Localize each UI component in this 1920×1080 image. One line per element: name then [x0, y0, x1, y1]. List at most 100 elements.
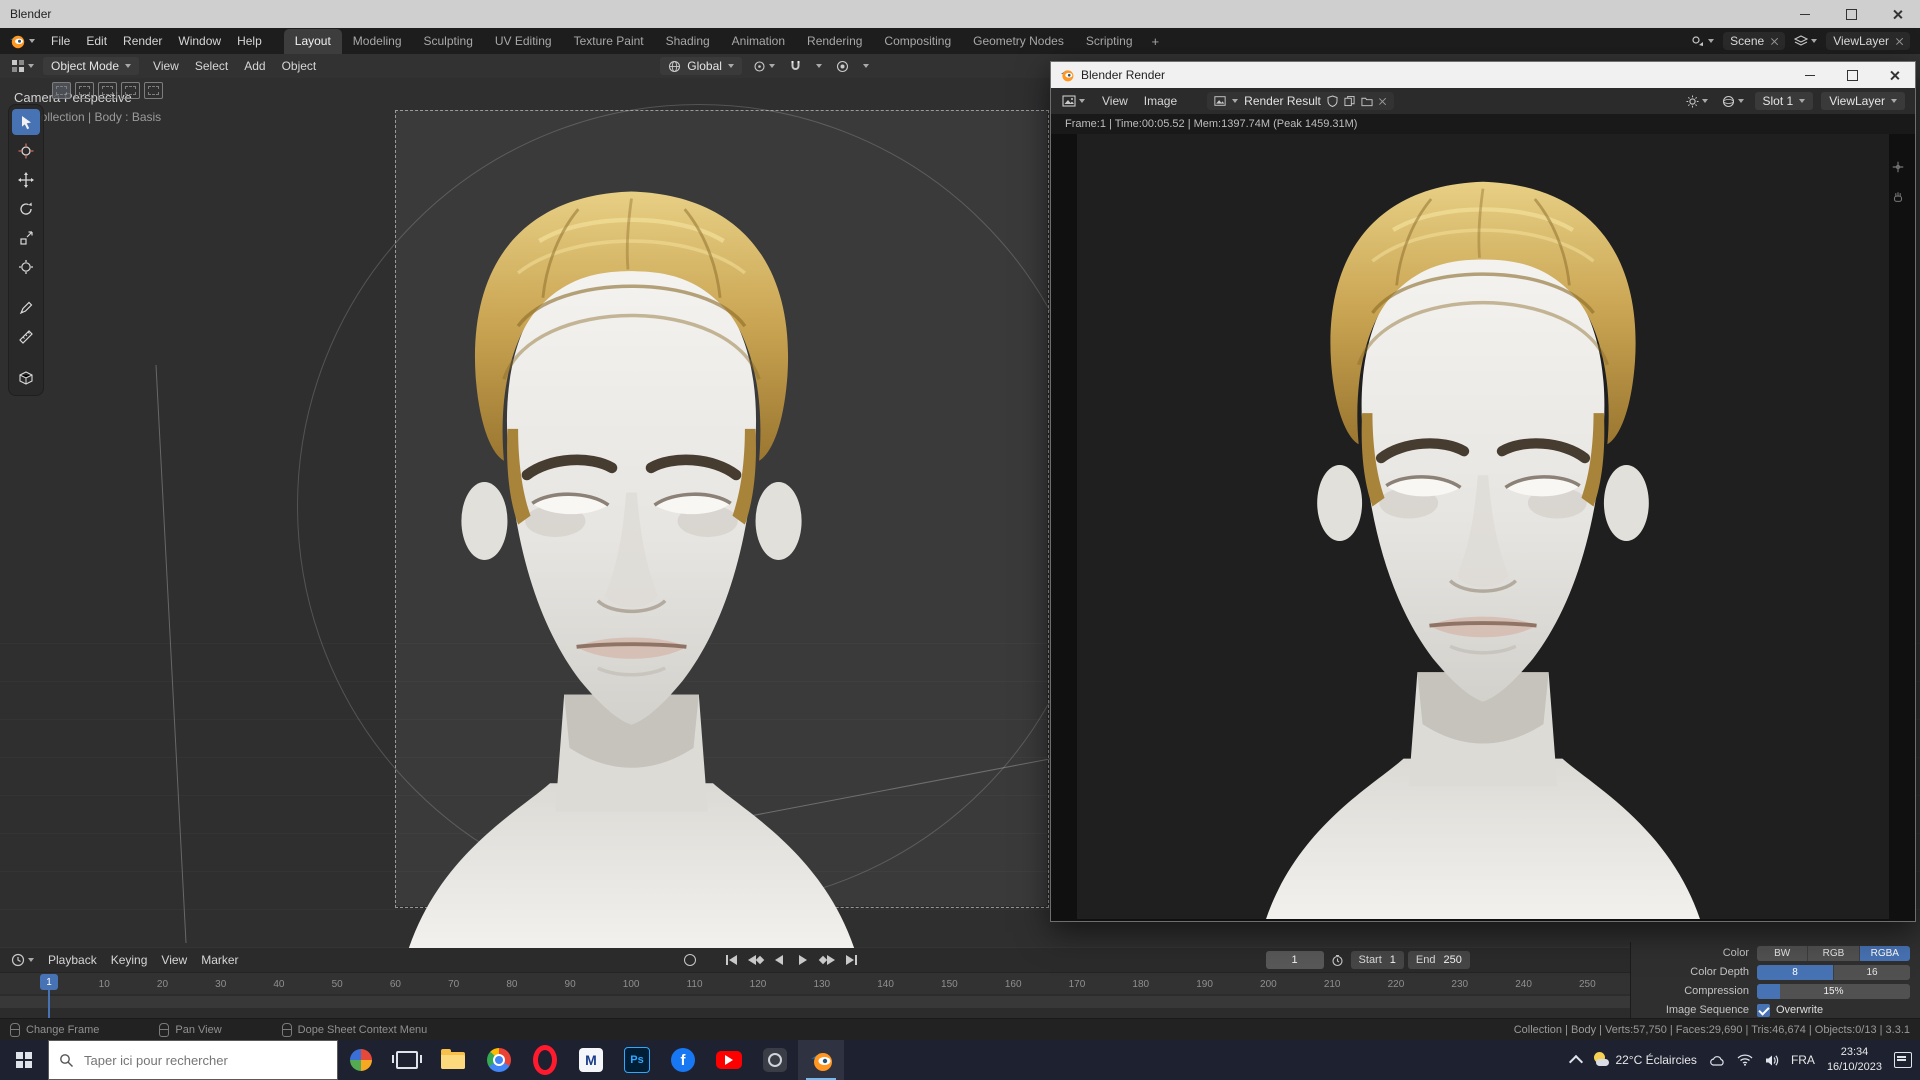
render-window-titlebar[interactable]: Blender Render	[1051, 62, 1915, 88]
workspace-tab[interactable]: Compositing	[873, 29, 962, 54]
menubar-menu[interactable]: File	[43, 31, 78, 51]
facebook-button[interactable]: f	[660, 1040, 706, 1080]
open-folder-icon[interactable]	[1361, 96, 1373, 107]
start-frame-field[interactable]: Start 1	[1350, 951, 1404, 969]
image-editor-type-button[interactable]	[1059, 92, 1088, 110]
select-invert-icon[interactable]	[121, 82, 140, 99]
mail-button[interactable]: M	[568, 1040, 614, 1080]
workspace-tab[interactable]: Layout	[283, 29, 342, 54]
end-frame-field[interactable]: End 250	[1407, 951, 1470, 969]
select-subtract-icon[interactable]	[98, 82, 117, 99]
select-extend-icon[interactable]	[75, 82, 94, 99]
cloud-icon[interactable]	[1709, 1054, 1725, 1067]
main-window-titlebar[interactable]: Blender	[0, 0, 1920, 28]
viewport-menu[interactable]: Select	[187, 56, 236, 76]
tray-expand-icon[interactable]	[1569, 1054, 1584, 1070]
viewport-menu[interactable]: View	[145, 56, 187, 76]
workspace-tab[interactable]: Scripting	[1075, 29, 1144, 54]
color-rgba-option[interactable]: RGBA	[1859, 945, 1910, 961]
workspace-tab[interactable]: Sculpting	[413, 29, 484, 54]
task-view-button[interactable]	[384, 1040, 430, 1080]
add-workspace-button[interactable]: +	[1144, 34, 1168, 49]
viewport-menu[interactable]: Add	[236, 56, 273, 76]
workspace-tab[interactable]: Modeling	[342, 29, 413, 54]
axes-gizmo-icon[interactable]	[1891, 160, 1905, 174]
start-button[interactable]	[0, 1040, 48, 1080]
color-rgb-option[interactable]: RGB	[1808, 945, 1860, 961]
unlink-scene-icon[interactable]	[1770, 37, 1778, 45]
wifi-icon[interactable]	[1737, 1054, 1753, 1066]
timeline-tracks[interactable]	[0, 994, 1630, 1018]
notification-center-icon[interactable]	[1894, 1052, 1912, 1068]
depth-16-option[interactable]: 16	[1834, 964, 1910, 980]
box-select-tool[interactable]	[12, 109, 40, 135]
menubar-menu[interactable]: Edit	[78, 31, 115, 51]
menubar-menu[interactable]: Window	[170, 31, 229, 51]
unlink-viewlayer-icon[interactable]	[1895, 37, 1903, 45]
mode-dropdown[interactable]: Object Mode	[43, 57, 140, 75]
measure-tool[interactable]	[12, 324, 40, 350]
language-indicator[interactable]: FRA	[1791, 1053, 1815, 1067]
select-set-icon[interactable]	[52, 82, 71, 99]
unlink-image-icon[interactable]	[1379, 97, 1387, 105]
playhead-marker[interactable]: 1	[40, 974, 58, 990]
workspace-tab[interactable]: Shading	[655, 29, 721, 54]
workspace-tab[interactable]: Geometry Nodes	[962, 29, 1075, 54]
snap-settings-dropdown[interactable]	[813, 62, 825, 70]
scene-selector[interactable]: Scene	[1723, 32, 1786, 50]
workspace-tab[interactable]: UV Editing	[484, 29, 563, 54]
render-window[interactable]: Blender Render View Image Render Result …	[1050, 61, 1916, 922]
cursor-tool[interactable]	[12, 138, 40, 164]
view-transform-button[interactable]	[1719, 93, 1747, 110]
minimize-button[interactable]	[1782, 0, 1828, 28]
scene-browse-button[interactable]	[1688, 32, 1717, 50]
photoshop-button[interactable]: Ps	[614, 1040, 660, 1080]
overwrite-checkbox[interactable]	[1757, 1003, 1770, 1017]
search-input[interactable]	[82, 1051, 316, 1069]
orientation-dropdown[interactable]: Global	[660, 57, 742, 75]
pivot-dropdown[interactable]	[750, 58, 778, 75]
duplicate-icon[interactable]	[1344, 95, 1355, 107]
auto-keying-toggle[interactable]	[680, 951, 701, 969]
jump-to-end-button[interactable]	[841, 951, 862, 969]
blender-menu-button[interactable]	[0, 32, 43, 50]
timeline-menu[interactable]: Keying	[104, 950, 155, 970]
next-keyframe-button[interactable]	[817, 951, 838, 969]
pan-hand-icon[interactable]	[1891, 190, 1905, 204]
volume-icon[interactable]	[1765, 1054, 1779, 1067]
scale-tool[interactable]	[12, 225, 40, 251]
blender-taskbar-button[interactable]	[798, 1040, 844, 1080]
render-close-button[interactable]	[1873, 62, 1915, 88]
move-tool[interactable]	[12, 167, 40, 193]
render-minimize-button[interactable]	[1789, 62, 1831, 88]
image-editor-menu[interactable]: Image	[1136, 91, 1185, 111]
falloff-dropdown[interactable]	[860, 62, 872, 70]
playhead-line[interactable]	[48, 988, 50, 1018]
play-reverse-button[interactable]	[769, 951, 790, 969]
taskbar-clock[interactable]: 23:34 16/10/2023	[1827, 1045, 1882, 1075]
close-button[interactable]	[1874, 0, 1920, 28]
render-viewlayer-dropdown[interactable]: ViewLayer	[1821, 92, 1905, 110]
color-bw-option[interactable]: BW	[1757, 945, 1809, 961]
play-button[interactable]	[793, 951, 814, 969]
news-widget-button[interactable]	[338, 1040, 384, 1080]
add-cube-tool[interactable]	[12, 365, 40, 391]
menubar-menu[interactable]: Help	[229, 31, 270, 51]
image-datablock-selector[interactable]: Render Result	[1207, 92, 1394, 110]
display-channels-button[interactable]	[1683, 93, 1711, 110]
menubar-menu[interactable]: Render	[115, 31, 170, 51]
editor-type-button[interactable]	[8, 57, 37, 75]
annotate-tool[interactable]	[12, 295, 40, 321]
render-result-area[interactable]	[1051, 134, 1915, 921]
viewport-menu[interactable]: Object	[274, 56, 325, 76]
timeline-ruler[interactable]: 1102030405060708090100110120130140150160…	[0, 972, 1630, 995]
depth-8-option[interactable]: 8	[1757, 964, 1834, 980]
render-slot-dropdown[interactable]: Slot 1	[1754, 92, 1814, 110]
capture-tool-button[interactable]	[752, 1040, 798, 1080]
proportional-editing-toggle[interactable]	[833, 58, 852, 75]
snap-toggle[interactable]	[786, 58, 805, 75]
workspace-tab[interactable]: Texture Paint	[563, 29, 655, 54]
current-frame-field[interactable]: 1	[1265, 951, 1324, 969]
previous-keyframe-button[interactable]	[745, 951, 766, 969]
transform-tool[interactable]	[12, 254, 40, 280]
